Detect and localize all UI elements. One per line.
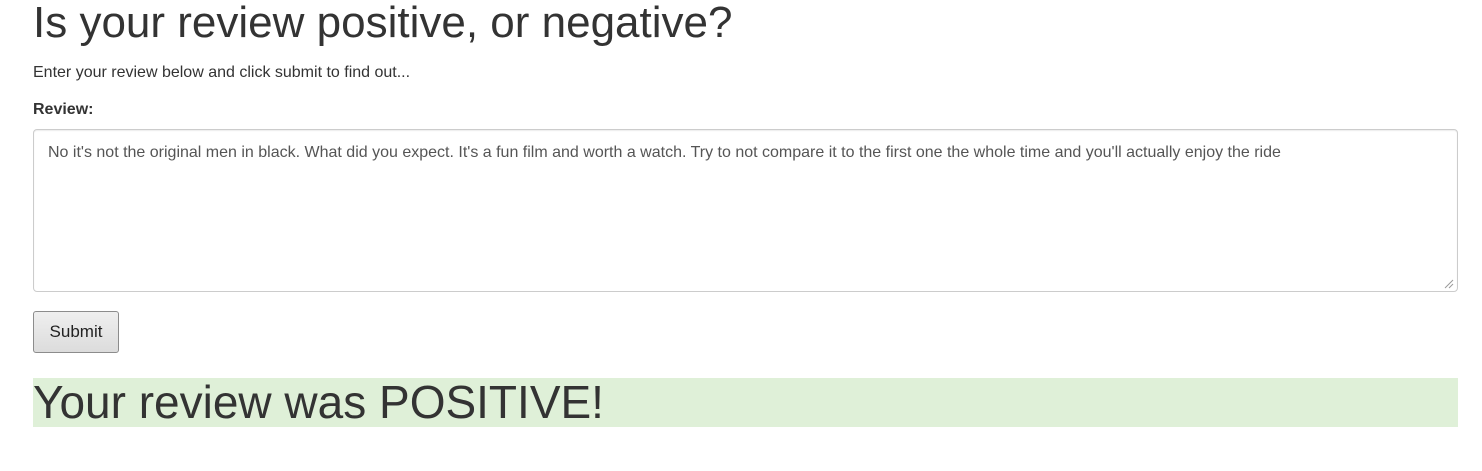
page-title: Is your review positive, or negative? bbox=[33, 0, 733, 47]
page-container: Is your review positive, or negative? En… bbox=[0, 0, 1482, 471]
review-label: Review: bbox=[33, 101, 94, 118]
resize-handle-icon[interactable] bbox=[1442, 277, 1454, 289]
result-banner: Your review was POSITIVE! bbox=[33, 378, 1458, 427]
intro-text: Enter your review below and click submit… bbox=[33, 64, 411, 81]
submit-button[interactable]: Submit bbox=[33, 311, 119, 353]
review-textarea[interactable]: No it's not the original men in black. W… bbox=[33, 129, 1458, 292]
